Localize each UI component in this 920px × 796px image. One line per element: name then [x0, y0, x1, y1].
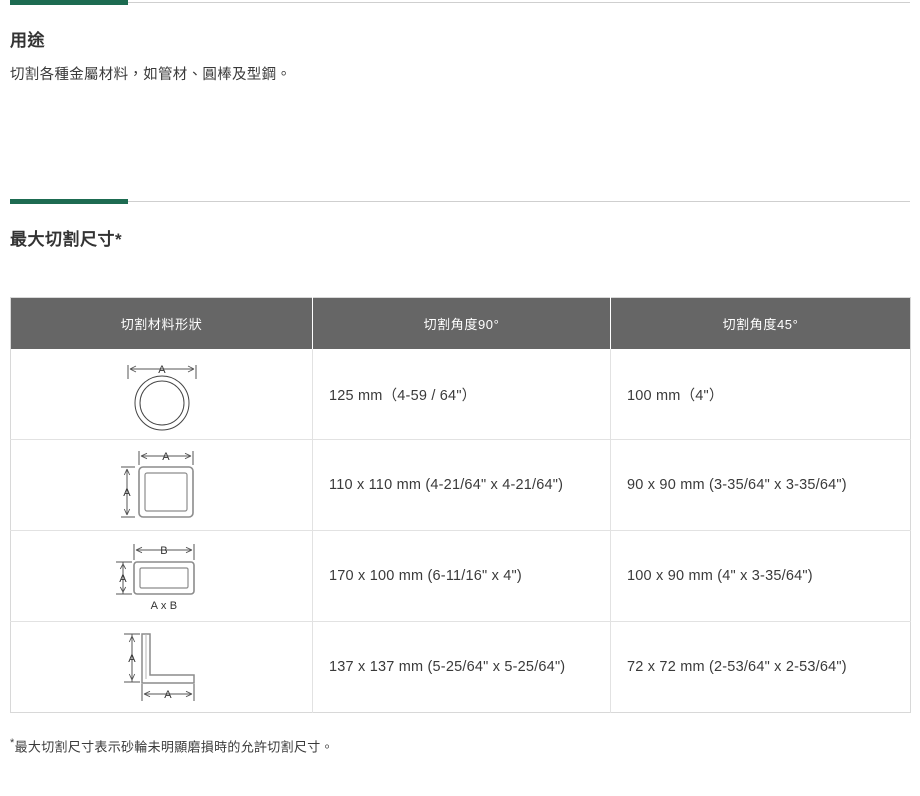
dimension-label-a-left: A	[119, 573, 127, 585]
usage-section-rule	[10, 0, 910, 6]
dimension-label-a-top: A	[162, 451, 170, 463]
section-rule-hairline	[10, 2, 910, 3]
max-cut-section-rule	[10, 199, 910, 205]
angle-45-value: 72 x 72 mm (2-53/64" x 2-53/64")	[610, 621, 911, 713]
footnote: *最大切割尺寸表示砂輪未明顯磨損時的允許切割尺寸。	[0, 735, 920, 757]
dimension-label-a-left: A	[128, 653, 136, 665]
usage-section-title: 用途	[10, 31, 45, 50]
dimension-label-a: A	[158, 364, 166, 376]
usage-section-body: 切割各種金屬材料，如管材、圓棒及型鋼。	[10, 67, 292, 84]
max-cut-section-title: 最大切割尺寸*	[10, 230, 123, 250]
angle-45-value: 100 x 90 mm (4" x 3-35/64")	[610, 530, 911, 622]
max-cut-size-table: 切割材料形狀 切割角度90° 切割角度45° A 125 mm（4-59 / 6…	[10, 297, 911, 714]
table-row: A A 137 x 137 mm (5-25/64" x 5-25/64") 7…	[10, 621, 911, 713]
footnote-text: 最大切割尺寸表示砂輪未明顯磨損時的允許切割尺寸。	[14, 739, 334, 755]
column-header-angle-90: 切割角度90°	[312, 297, 611, 350]
spec-page: 用途 切割各種金屬材料，如管材、圓棒及型鋼。 最大切割尺寸* 切割材料形狀 切割…	[0, 0, 920, 796]
table-header: 切割材料形狀 切割角度90° 切割角度45°	[10, 297, 911, 350]
dimension-label-b-top: B	[160, 545, 168, 557]
shape-cell: A	[10, 349, 313, 440]
table-body: A 125 mm（4-59 / 64"） 100 mm（4"） A A 110 …	[10, 349, 911, 713]
table-row: A 125 mm（4-59 / 64"） 100 mm（4"）	[10, 349, 911, 440]
angle-45-value: 100 mm（4"）	[627, 387, 724, 404]
column-header-angle-45: 切割角度45°	[610, 297, 911, 350]
table-row: B A A x B 170 x 100 mm (6-11/16" x 4") 1…	[10, 530, 911, 622]
max-cut-section: 最大切割尺寸*	[0, 229, 920, 251]
usage-section: 用途 切割各種金屬材料，如管材、圓棒及型鋼。	[0, 30, 920, 87]
section-rule-accent	[10, 199, 128, 205]
dimension-label-a-left: A	[123, 487, 131, 499]
square-tube-shape-icon: A A	[120, 451, 194, 519]
shape-cell: A A	[10, 621, 313, 713]
shape-cell: A A	[10, 439, 313, 531]
angle-90-value: 110 x 110 mm (4-21/64" x 4-21/64")	[312, 439, 611, 531]
table-header-row: 切割材料形狀 切割角度90° 切割角度45°	[10, 297, 911, 350]
table-spacer	[0, 251, 920, 297]
rectangular-tube-shape-icon: B A A x B	[115, 544, 195, 612]
shape-cell: B A A x B	[10, 530, 313, 622]
angle-45-value: 90 x 90 mm (3-35/64" x 3-35/64")	[610, 439, 911, 531]
section-rule-hairline	[10, 201, 910, 203]
dimension-label-axb: A x B	[150, 600, 177, 612]
angle-90-value: 137 x 137 mm (5-25/64" x 5-25/64")	[312, 621, 611, 713]
angle-90-value: 170 x 100 mm (6-11/16" x 4")	[312, 530, 611, 622]
round-tube-shape-icon: A	[127, 364, 196, 431]
angle-iron-shape-icon: A A	[123, 633, 195, 702]
section-rule-accent	[10, 0, 128, 5]
angle-90-value: 125 mm（4-59 / 64"）	[312, 349, 611, 440]
column-header-shape: 切割材料形狀	[10, 297, 313, 350]
table-row: A A 110 x 110 mm (4-21/64" x 4-21/64") 9…	[10, 439, 911, 531]
dimension-label-a-bottom: A	[164, 689, 172, 701]
